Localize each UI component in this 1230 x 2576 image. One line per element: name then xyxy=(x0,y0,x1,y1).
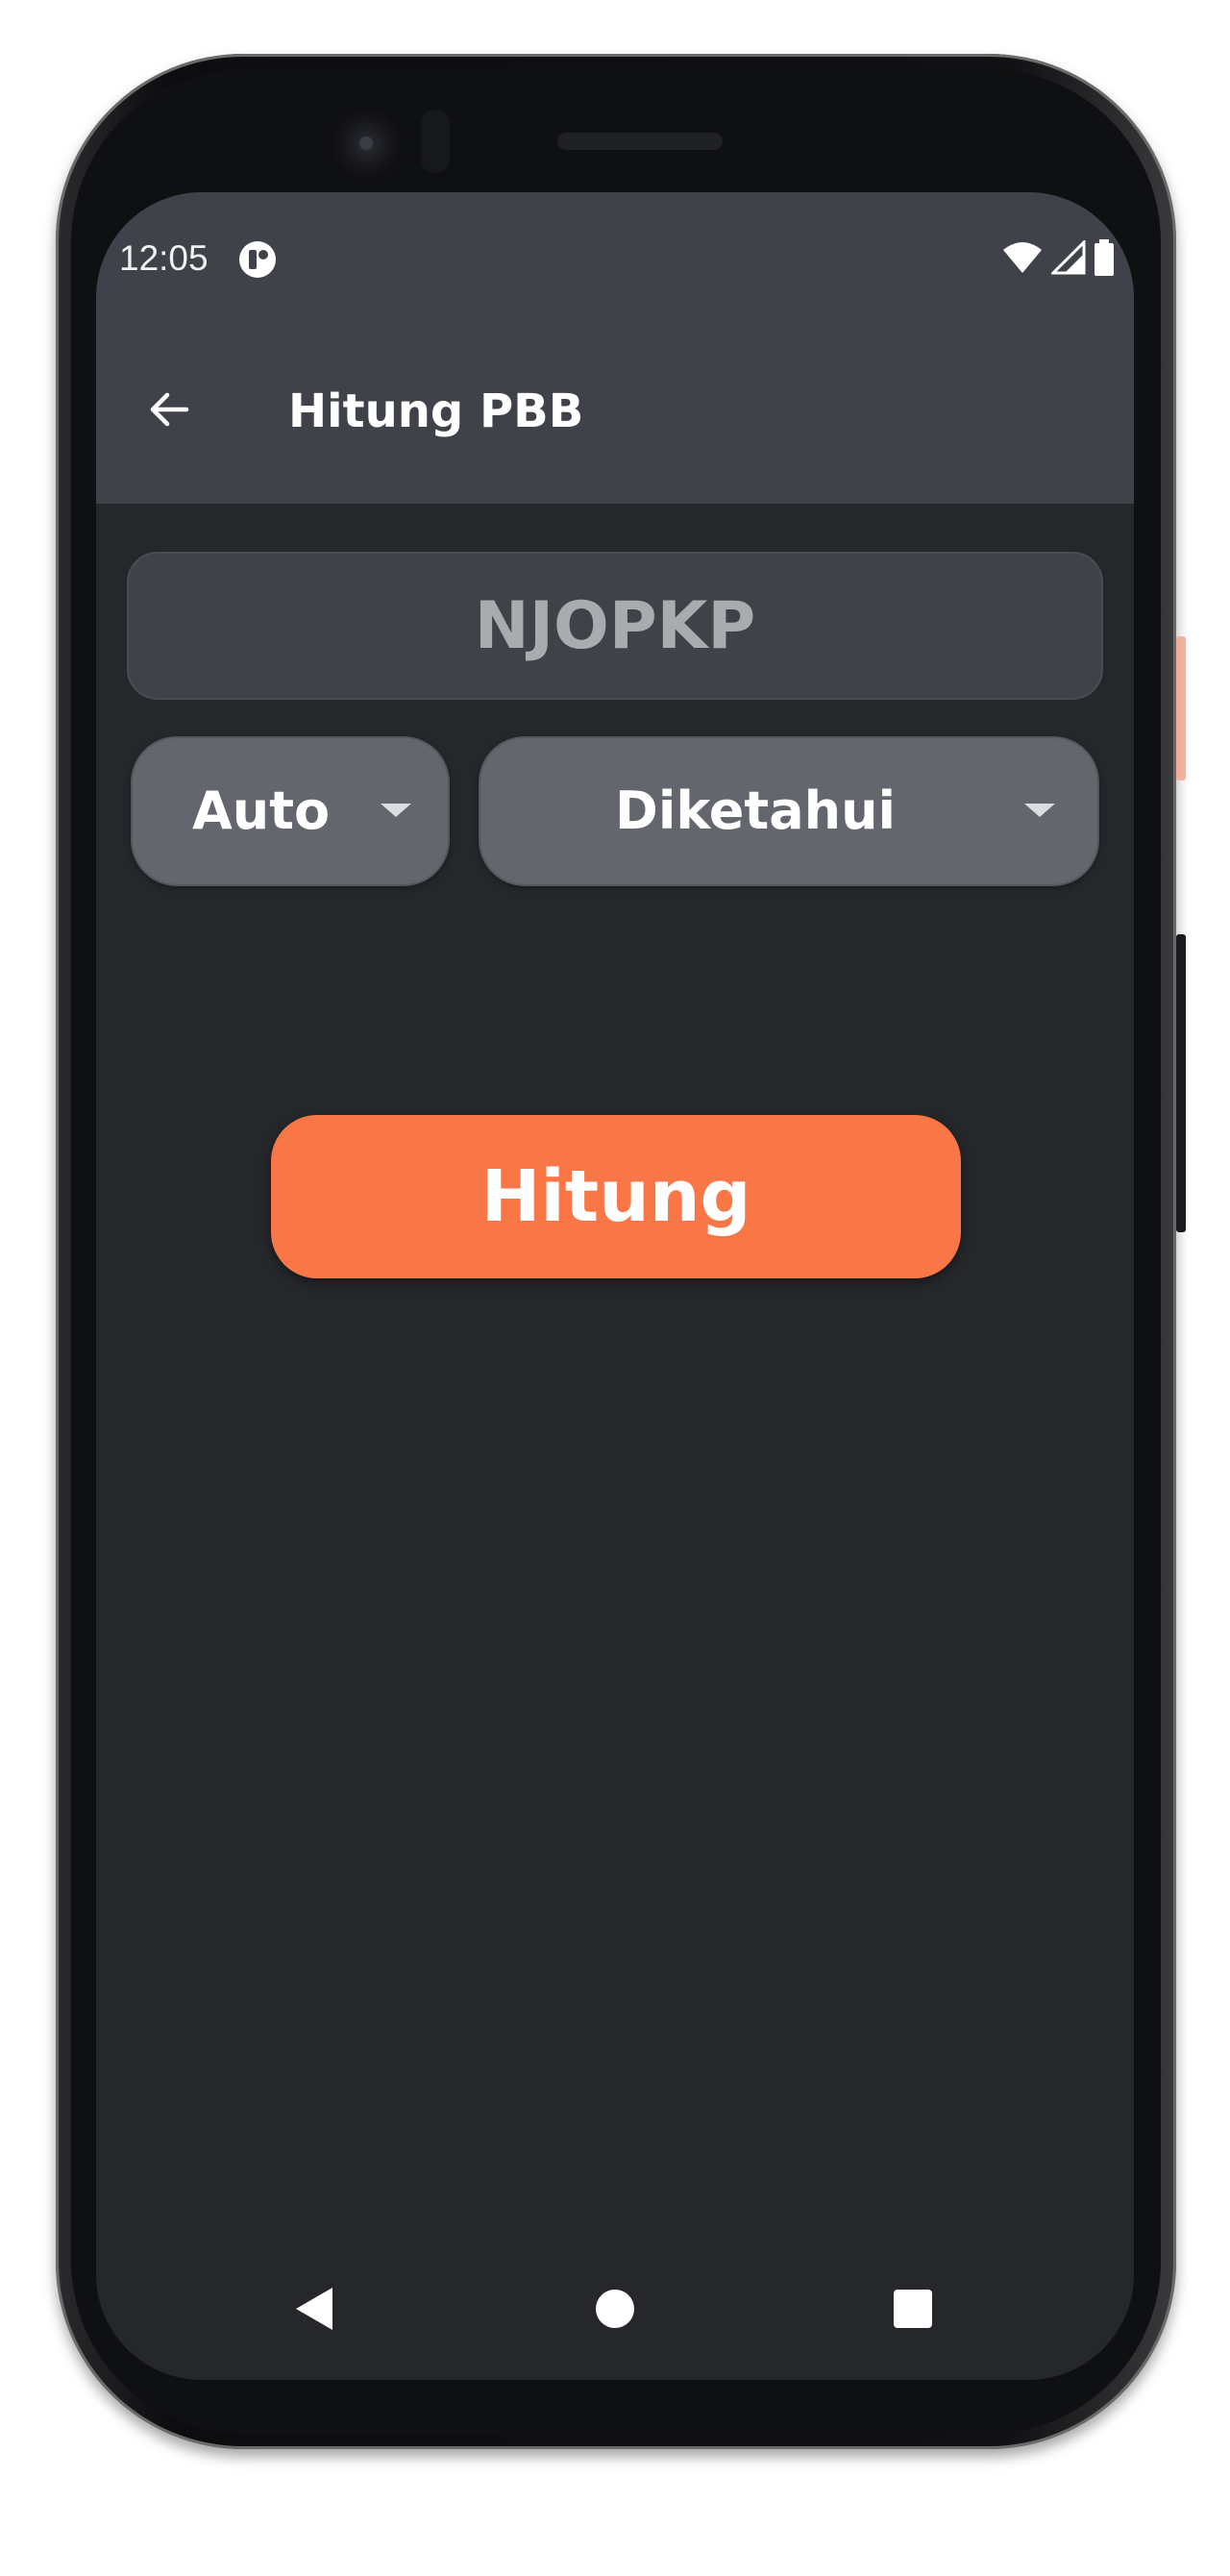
hitung-button[interactable]: Hitung xyxy=(271,1115,961,1278)
status-icons xyxy=(1001,238,1115,280)
front-camera xyxy=(332,110,402,179)
back-button[interactable] xyxy=(135,377,204,446)
app-notification-icon xyxy=(238,240,277,279)
dropdown-arrow-icon xyxy=(381,804,411,817)
njopkp-field[interactable] xyxy=(127,552,1103,700)
dropdown-arrow-icon xyxy=(1024,804,1055,817)
mode-dropdown[interactable]: Auto xyxy=(131,736,450,886)
volume-button xyxy=(1176,934,1186,1232)
njopkp-input[interactable] xyxy=(129,586,1101,665)
nav-back-button[interactable] xyxy=(275,2272,352,2349)
screen: 12:05 Hitung PBB NJOPKP Auto Diketahui H… xyxy=(96,192,1134,2380)
navigation-bar xyxy=(96,2245,1134,2380)
nav-back-icon xyxy=(292,2286,334,2336)
signal-icon xyxy=(1049,238,1086,279)
status-dropdown[interactable]: Diketahui xyxy=(479,736,1099,886)
wifi-icon xyxy=(1001,240,1044,279)
status-time: 12:05 xyxy=(119,238,209,278)
battery-icon xyxy=(1094,239,1115,280)
hitung-button-label: Hitung xyxy=(480,1155,751,1238)
mode-dropdown-value: Auto xyxy=(192,780,331,841)
nav-home-icon xyxy=(594,2288,636,2334)
power-button xyxy=(1176,636,1186,780)
status-bar: 12:05 xyxy=(96,192,1134,311)
page-title: Hitung PBB xyxy=(288,384,584,438)
proximity-sensor xyxy=(421,110,450,173)
arrow-left-icon xyxy=(146,386,192,436)
nav-home-button[interactable] xyxy=(577,2272,653,2349)
status-dropdown-value: Diketahui xyxy=(615,780,897,841)
nav-recents-button[interactable] xyxy=(874,2272,951,2349)
earpiece-speaker xyxy=(557,133,723,150)
app-bar: Hitung PBB xyxy=(96,311,1134,504)
nav-recents-icon xyxy=(893,2289,933,2333)
